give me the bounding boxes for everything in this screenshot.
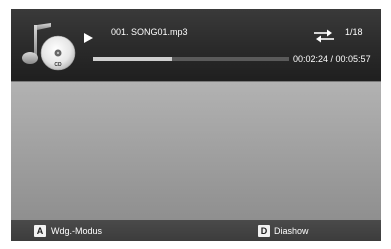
cd-label: CD (54, 62, 62, 68)
a-key-letter: A (36, 226, 44, 236)
progress-fill (93, 57, 172, 61)
footer-bar: A Wdg.-Modus D Diashow (11, 220, 381, 241)
music-cd-icon: CD (21, 19, 81, 75)
play-icon (84, 30, 93, 43)
song-title: 001. SONG01.mp3 (111, 27, 188, 37)
d-key-icon[interactable]: D (258, 225, 270, 237)
track-counter: 1/18 (345, 27, 363, 37)
view-mode-label[interactable]: Wdg.-Modus (51, 226, 102, 236)
time-display: 00:02:24 / 00:05:57 (293, 54, 371, 64)
content-area (11, 82, 381, 220)
media-player-screen: CD 001. SONG01.mp3 1/18 00:02:24 / 00:05… (11, 9, 381, 241)
slideshow-label[interactable]: Diashow (274, 226, 309, 236)
a-key-icon[interactable]: A (34, 225, 46, 237)
d-key-letter: D (260, 226, 268, 236)
progress-bar (93, 57, 289, 61)
now-playing-bar: CD 001. SONG01.mp3 1/18 00:02:24 / 00:05… (11, 9, 381, 82)
repeat-icon (314, 28, 334, 44)
